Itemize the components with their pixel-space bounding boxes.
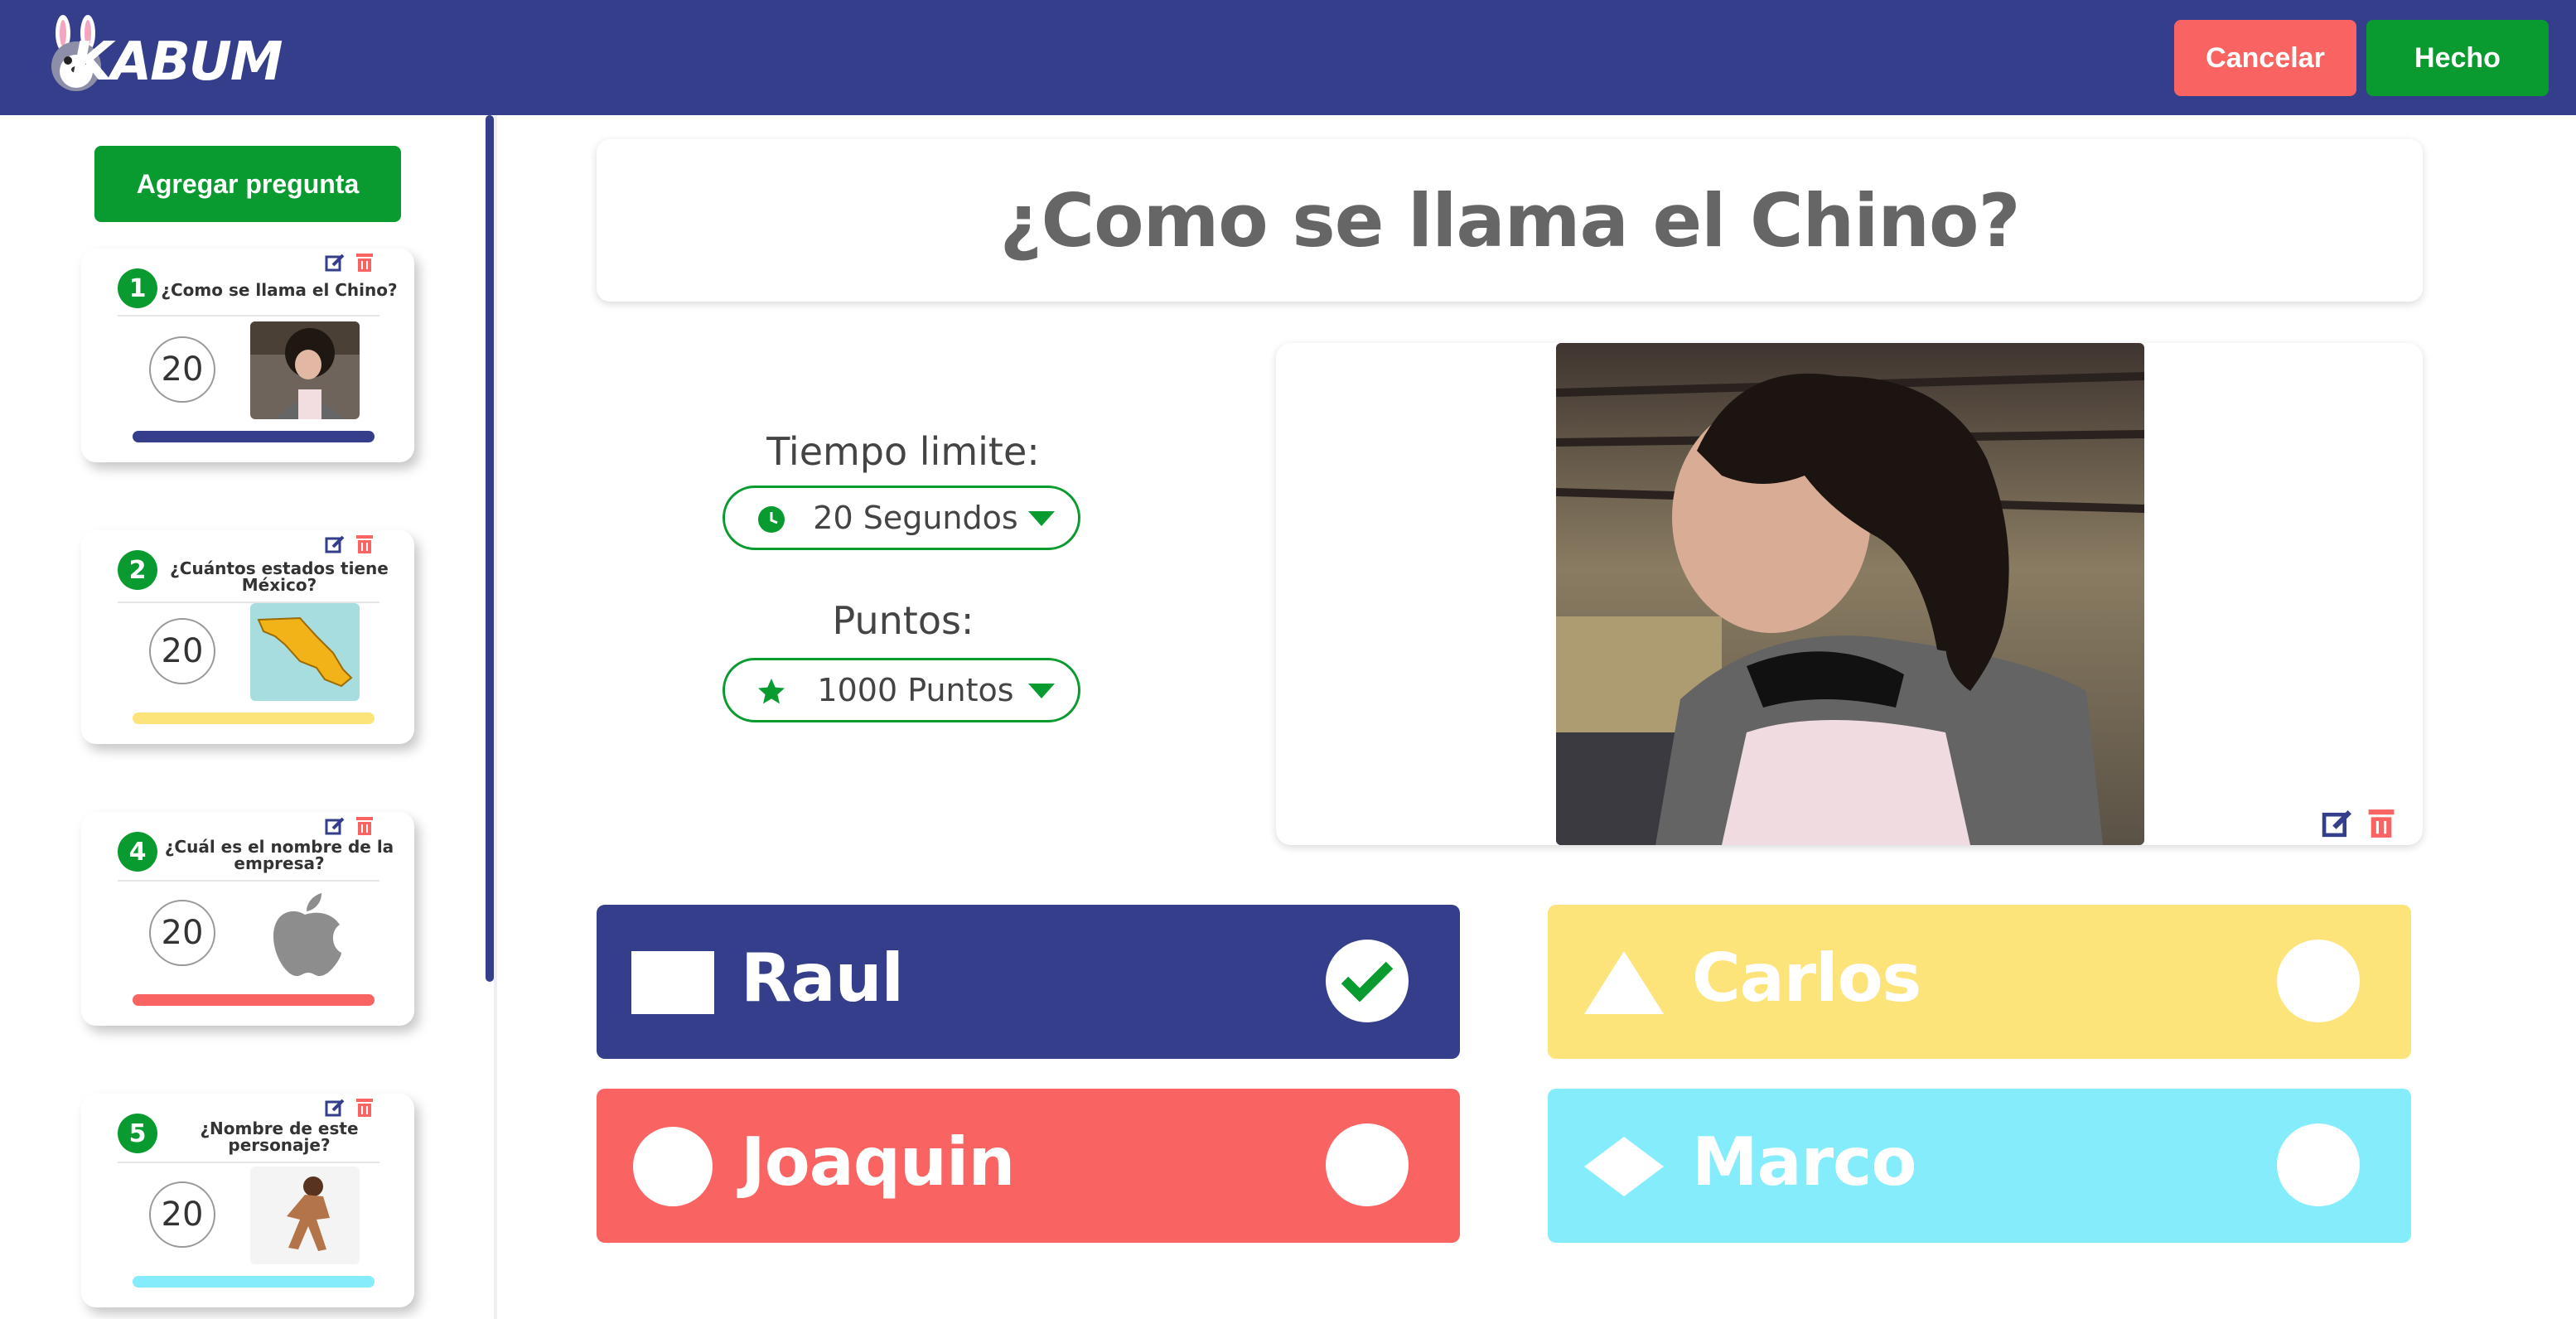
question-number: 5: [118, 1114, 157, 1153]
chevron-down-icon: [1028, 684, 1055, 698]
time-limit-badge: 20: [149, 1181, 215, 1248]
question-card[interactable]: 1 ¿Como se llama el Chino? 20: [81, 249, 414, 462]
color-bar: [133, 431, 375, 442]
trash-icon[interactable]: [2365, 807, 2398, 840]
question-card[interactable]: 5 ¿Nombre de este personaje? 20: [81, 1094, 414, 1307]
apple-logo-icon: [250, 885, 360, 983]
correct-toggle[interactable]: [2277, 940, 2360, 1022]
answer-text: Marco: [1692, 1123, 1916, 1201]
question-title: ¿Como se llama el Chino?: [161, 280, 398, 300]
question-title: ¿Nombre de este personaje?: [200, 1118, 359, 1155]
image-actions: [2320, 807, 2398, 840]
edit-icon[interactable]: [325, 534, 346, 555]
question-title-box[interactable]: ¿Como se llama el Chino?: [597, 139, 2423, 302]
edit-icon[interactable]: [325, 252, 346, 273]
square-icon: [631, 951, 714, 1014]
done-button[interactable]: Hecho: [2366, 20, 2549, 96]
points-value: 1000 Puntos: [817, 672, 1014, 708]
time-limit-select[interactable]: 20 Segundos: [723, 486, 1080, 550]
question-thumbnail: [250, 1167, 360, 1264]
answer-option[interactable]: Joaquin: [597, 1089, 1460, 1243]
sidebar-divider: [494, 115, 497, 1319]
points-select[interactable]: 1000 Puntos: [723, 658, 1080, 722]
trash-icon[interactable]: [355, 1097, 375, 1118]
time-limit-label: Tiempo limite:: [766, 429, 1040, 474]
color-bar: [133, 1276, 375, 1288]
answer-text: Raul: [741, 940, 904, 1017]
correct-toggle[interactable]: [1326, 940, 1409, 1022]
correct-toggle[interactable]: [1326, 1123, 1409, 1206]
answer-option[interactable]: Raul: [597, 905, 1460, 1059]
checkmark-icon: [1341, 961, 1394, 1002]
divider: [118, 1162, 379, 1163]
time-limit-badge: 20: [149, 618, 215, 684]
diamond-icon: [1584, 1137, 1664, 1196]
question-image: [1556, 343, 2144, 845]
triangle-icon: [1584, 951, 1664, 1014]
edit-icon[interactable]: [2320, 807, 2356, 840]
time-limit-badge: 20: [149, 900, 215, 966]
answer-option[interactable]: Carlos: [1548, 905, 2411, 1059]
trash-icon[interactable]: [355, 252, 375, 273]
trash-icon[interactable]: [355, 534, 375, 555]
app-logo[interactable]: KABUM: [41, 15, 283, 98]
divider: [118, 315, 379, 316]
question-thumbnail: [250, 603, 360, 701]
question-thumbnail: [250, 321, 360, 419]
time-limit-badge: 20: [149, 336, 215, 403]
question-card[interactable]: 4 ¿Cuál es el nombre de la empresa? 20: [81, 812, 414, 1026]
answer-text: Joaquin: [741, 1123, 1015, 1201]
points-label: Puntos:: [832, 598, 974, 643]
question-number: 2: [118, 550, 157, 590]
question-title: ¿Como se llama el Chino?: [999, 177, 2020, 263]
color-bar: [133, 713, 375, 724]
correct-toggle[interactable]: [2277, 1123, 2360, 1206]
logo-text: KABUM: [71, 31, 283, 93]
question-number: 1: [118, 268, 157, 308]
sidebar-scrollbar[interactable]: [486, 115, 494, 982]
add-question-button[interactable]: Agregar pregunta: [94, 146, 401, 222]
question-card[interactable]: 2 ¿Cuántos estados tiene México? 20: [81, 530, 414, 744]
edit-icon[interactable]: [325, 1097, 346, 1118]
divider: [118, 880, 379, 882]
chevron-down-icon: [1028, 511, 1055, 526]
top-bar: KABUM Cancelar Hecho: [0, 0, 2576, 115]
question-number: 4: [118, 832, 157, 872]
color-bar: [133, 994, 375, 1006]
circle-icon: [633, 1127, 713, 1206]
clock-icon: [758, 506, 785, 533]
star-icon: [758, 679, 785, 704]
answer-option[interactable]: Marco: [1548, 1089, 2411, 1243]
edit-icon[interactable]: [325, 815, 346, 837]
time-limit-value: 20 Segundos: [813, 500, 1018, 536]
question-title: ¿Cuál es el nombre de la empresa?: [164, 837, 394, 873]
cancel-button[interactable]: Cancelar: [2174, 20, 2356, 96]
question-title: ¿Cuántos estados tiene México?: [170, 558, 389, 595]
answer-text: Carlos: [1692, 940, 1921, 1017]
trash-icon[interactable]: [355, 815, 375, 837]
